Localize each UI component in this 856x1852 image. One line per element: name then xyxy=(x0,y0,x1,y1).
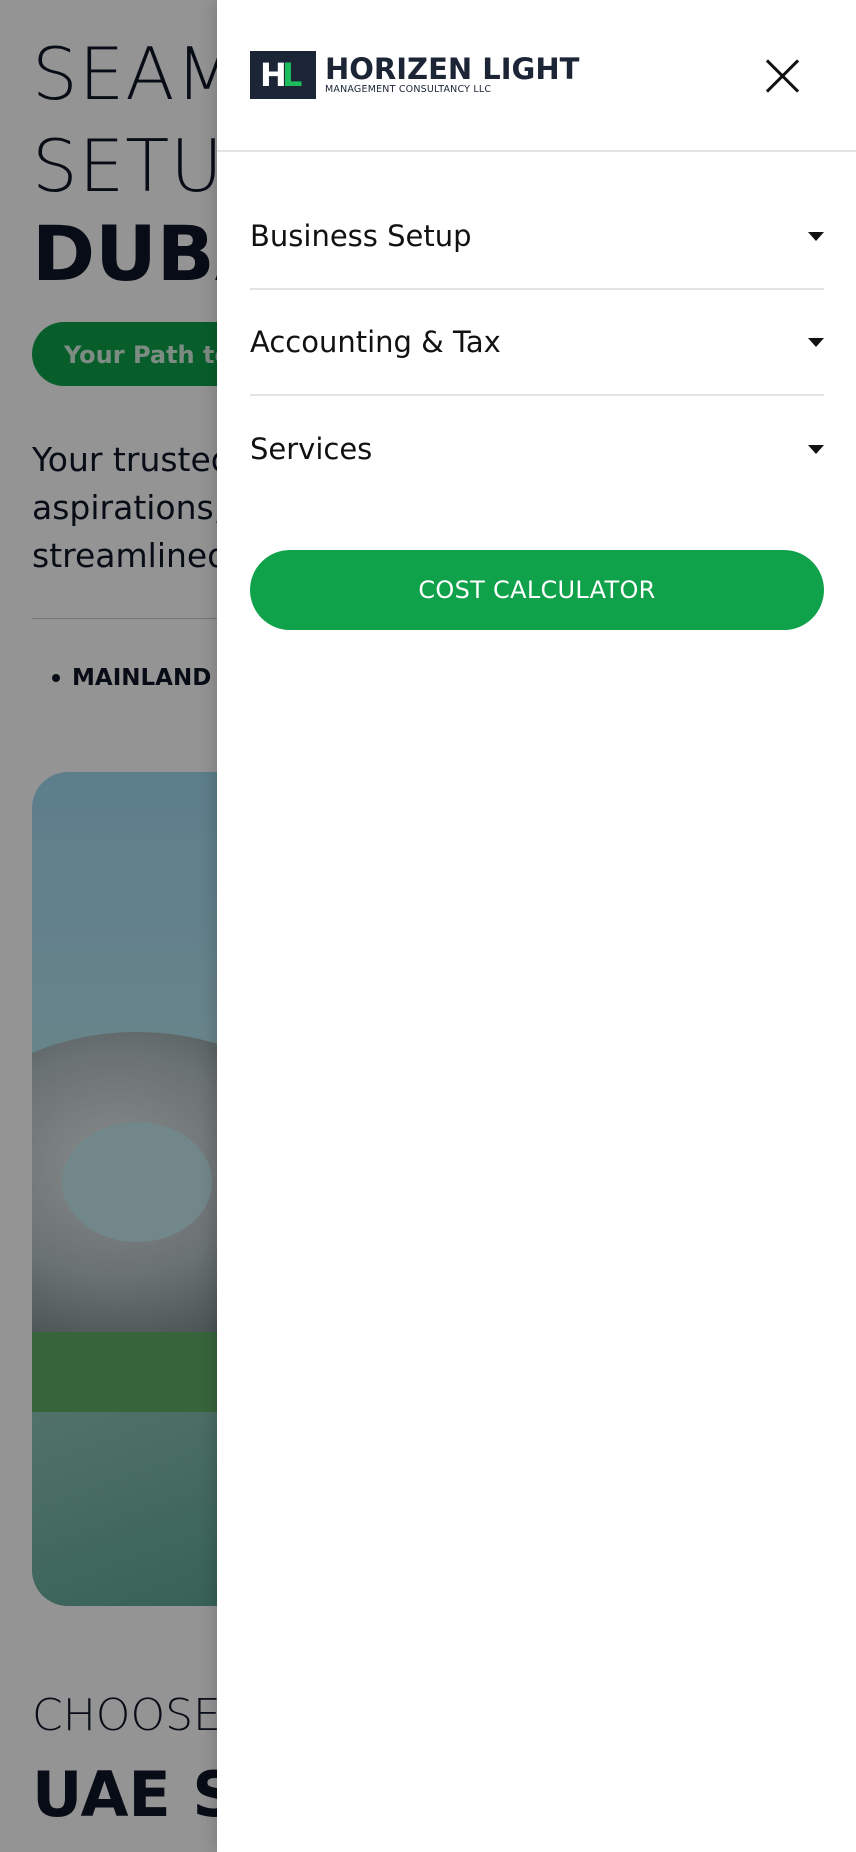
nav-drawer: H L HORIZEN LIGHT MANAGEMENT CONSULTANCY… xyxy=(217,0,856,1852)
drawer-menu: Business Setup Accounting & Tax Services xyxy=(250,184,824,502)
brand-logo[interactable]: H L HORIZEN LIGHT MANAGEMENT CONSULTANCY… xyxy=(250,51,579,99)
menu-item-label: Accounting & Tax xyxy=(250,325,501,359)
logo-text: HORIZEN LIGHT MANAGEMENT CONSULTANCY LLC xyxy=(325,54,579,96)
menu-item-business-setup[interactable]: Business Setup xyxy=(250,184,824,290)
menu-item-services[interactable]: Services xyxy=(250,396,824,502)
logo-name: HORIZEN LIGHT xyxy=(325,52,580,86)
close-icon[interactable] xyxy=(757,50,809,102)
menu-item-label: Services xyxy=(250,432,373,466)
menu-item-accounting-tax[interactable]: Accounting & Tax xyxy=(250,290,824,396)
logo-mark-icon: H L xyxy=(250,51,316,99)
cost-calculator-label: COST CALCULATOR xyxy=(418,576,656,604)
drawer-header: H L HORIZEN LIGHT MANAGEMENT CONSULTANCY… xyxy=(217,0,856,152)
caret-down-icon[interactable] xyxy=(808,444,824,454)
cost-calculator-button[interactable]: COST CALCULATOR xyxy=(250,550,824,630)
logo-mark-l: L xyxy=(282,56,303,94)
caret-down-icon[interactable] xyxy=(808,337,824,347)
menu-item-label: Business Setup xyxy=(250,219,472,253)
caret-down-icon[interactable] xyxy=(808,231,824,241)
